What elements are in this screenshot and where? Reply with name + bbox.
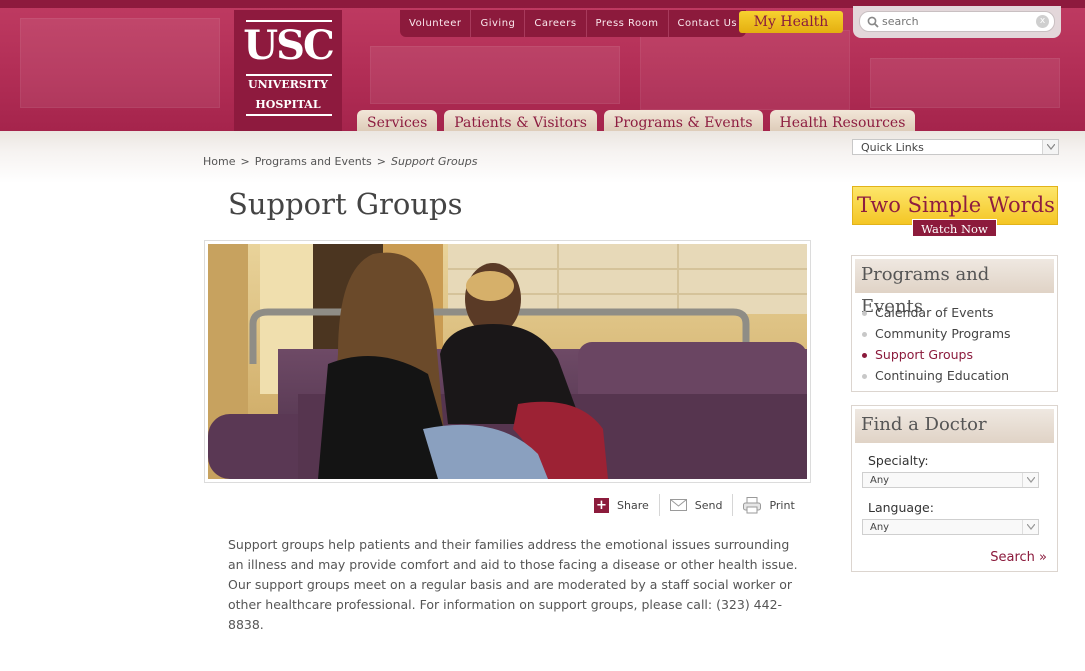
support-group-photo xyxy=(208,244,807,479)
utility-nav: Volunteer Giving Careers Press Room Cont… xyxy=(400,10,747,37)
promo-title: Two Simple Words xyxy=(857,193,1055,217)
programs-item-continuing-education[interactable]: Continuing Education xyxy=(852,365,1057,386)
nav-tab-health-resources[interactable]: Health Resources xyxy=(769,110,916,131)
send-label: Send xyxy=(694,498,723,512)
language-label: Language: xyxy=(868,500,934,515)
print-button[interactable]: Print xyxy=(733,496,804,514)
page-title: Support Groups xyxy=(228,187,463,221)
clear-icon[interactable]: x xyxy=(1036,15,1049,28)
bullet-icon xyxy=(862,332,867,337)
chevron-down-icon xyxy=(1022,473,1038,487)
find-doctor-heading: Find a Doctor xyxy=(855,409,1054,443)
print-label: Print xyxy=(769,498,795,512)
specialty-select[interactable]: Any xyxy=(862,472,1039,488)
programs-item-label: Support Groups xyxy=(875,347,973,362)
bullet-icon xyxy=(862,374,867,379)
support-group-photo-frame xyxy=(204,240,811,483)
specialty-value: Any xyxy=(870,475,890,486)
find-doctor-search-link[interactable]: Search » xyxy=(990,550,1047,565)
search-container: x xyxy=(853,6,1061,38)
site-header: USC UNIVERSITY HOSPITAL Volunteer Giving… xyxy=(0,0,1085,131)
breadcrumb-home[interactable]: Home xyxy=(203,155,235,168)
breadcrumb-separator: > xyxy=(376,155,386,168)
header-decor xyxy=(20,18,220,108)
bullet-icon xyxy=(862,311,867,316)
logo-rule xyxy=(246,74,332,76)
quick-links-value: Quick Links xyxy=(861,141,924,154)
programs-events-panel: Programs and Events Calendar of Events C… xyxy=(851,255,1058,392)
programs-item-support-groups[interactable]: Support Groups xyxy=(852,344,1057,365)
breadcrumb-current: Support Groups xyxy=(391,155,478,168)
find-doctor-panel: Find a Doctor Specialty: Any Language: A… xyxy=(851,405,1058,572)
main-nav: Services Patients & Visitors Programs & … xyxy=(357,110,916,131)
share-label: Share xyxy=(617,498,649,512)
breadcrumb-separator: > xyxy=(240,155,250,168)
watch-now-button[interactable]: Watch Now xyxy=(912,219,997,237)
utility-link-press-room[interactable]: Press Room xyxy=(585,10,668,37)
chevron-down-icon xyxy=(1022,520,1038,534)
programs-item-label: Calendar of Events xyxy=(875,305,994,320)
header-decor xyxy=(640,30,850,110)
search-input[interactable] xyxy=(882,12,1032,31)
logo-line-hospital: HOSPITAL xyxy=(255,98,321,111)
logo-main-text: USC xyxy=(243,22,335,69)
printer-icon xyxy=(743,496,762,513)
logo-line-university: UNIVERSITY xyxy=(248,78,328,91)
search-box: x xyxy=(859,11,1055,32)
language-select[interactable]: Any xyxy=(862,519,1039,535)
share-button[interactable]: + Share xyxy=(584,497,659,513)
chevron-down-icon xyxy=(1042,140,1058,154)
nav-tab-patients-visitors[interactable]: Patients & Visitors xyxy=(444,110,597,131)
programs-item-label: Community Programs xyxy=(875,326,1011,341)
nav-tab-services[interactable]: Services xyxy=(357,110,438,131)
nav-tab-programs-events[interactable]: Programs & Events xyxy=(603,110,763,131)
logo-rule xyxy=(246,114,332,116)
programs-item-calendar[interactable]: Calendar of Events xyxy=(852,302,1057,323)
programs-list: Calendar of Events Community Programs Su… xyxy=(852,302,1057,386)
usc-hospital-logo[interactable]: USC UNIVERSITY HOSPITAL xyxy=(234,10,342,131)
programs-item-label: Continuing Education xyxy=(875,368,1010,383)
envelope-icon xyxy=(669,499,687,511)
utility-link-giving[interactable]: Giving xyxy=(470,10,524,37)
utility-link-contact-us[interactable]: Contact Us xyxy=(667,10,747,37)
bullet-icon xyxy=(862,353,867,358)
search-icon xyxy=(867,16,879,28)
utility-link-volunteer[interactable]: Volunteer xyxy=(400,10,470,37)
breadcrumb-programs-events[interactable]: Programs and Events xyxy=(255,155,372,168)
support-groups-description: Support groups help patients and their f… xyxy=(228,537,798,632)
plus-icon: + xyxy=(594,497,609,513)
breadcrumb: Home > Programs and Events > Support Groups xyxy=(203,155,477,168)
specialty-label: Specialty: xyxy=(868,453,929,468)
header-decor xyxy=(370,46,620,104)
header-decor xyxy=(870,58,1060,108)
my-health-button[interactable]: My Health xyxy=(739,11,843,33)
language-value: Any xyxy=(870,522,890,533)
programs-panel-heading: Programs and Events xyxy=(855,259,1054,317)
share-toolbar: + Share Send Print xyxy=(584,494,805,516)
utility-link-careers[interactable]: Careers xyxy=(524,10,585,37)
quick-links-select[interactable]: Quick Links xyxy=(852,139,1059,155)
programs-item-community[interactable]: Community Programs xyxy=(852,323,1057,344)
send-button[interactable]: Send xyxy=(660,499,733,512)
